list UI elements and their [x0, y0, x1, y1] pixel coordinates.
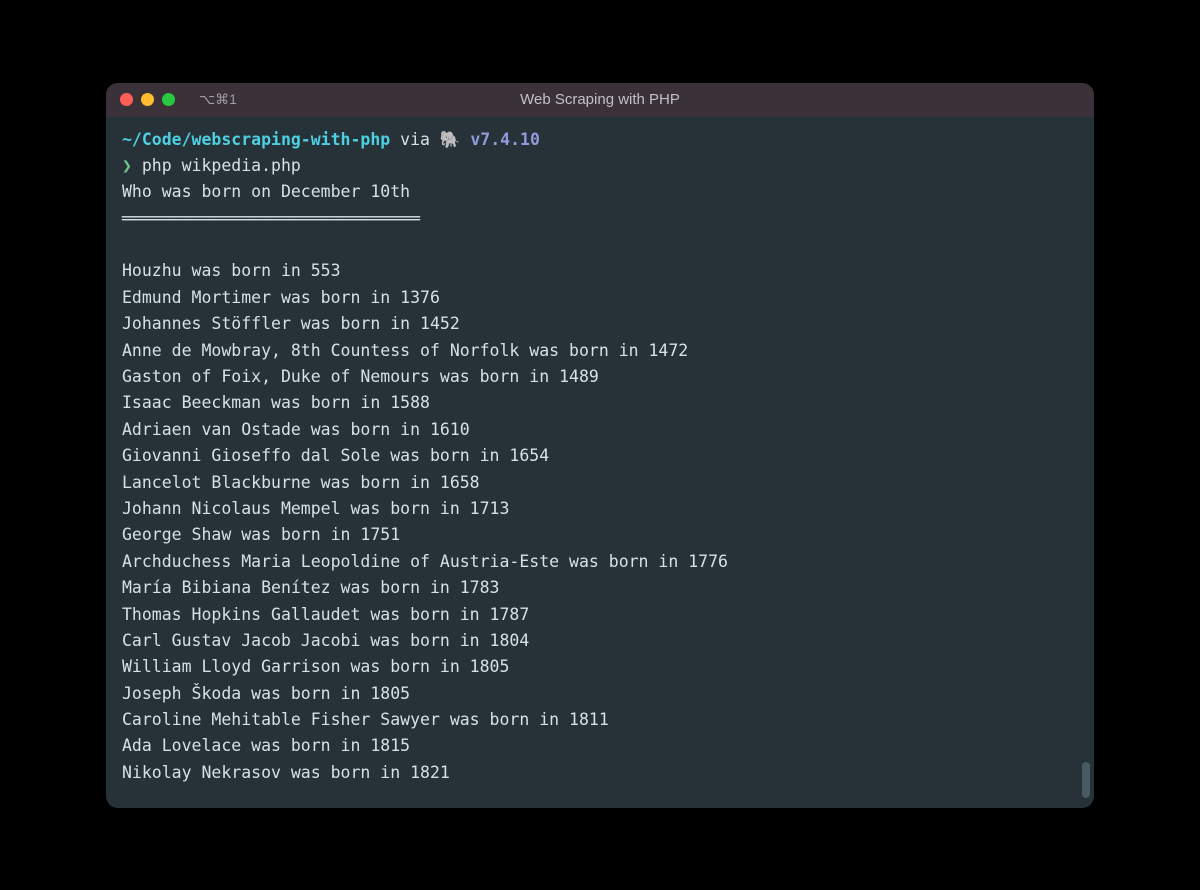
- output-line: María Bibiana Benítez was born in 1783: [122, 575, 1078, 601]
- scrollbar-track: [1082, 157, 1090, 798]
- prompt-version: v7.4.10: [460, 130, 539, 149]
- output-line: Gaston of Foix, Duke of Nemours was born…: [122, 364, 1078, 390]
- output-line: Adriaen van Ostade was born in 1610: [122, 417, 1078, 443]
- prompt-symbol: ❯: [122, 156, 132, 175]
- output-header: Who was born on December 10th: [122, 179, 1078, 205]
- terminal-window: ⌥⌘1 Web Scraping with PHP ~/Code/webscra…: [106, 83, 1094, 808]
- prompt-line-2: ❯ php wikpedia.php: [122, 153, 1078, 179]
- output-line: Carl Gustav Jacob Jacobi was born in 180…: [122, 628, 1078, 654]
- output-line: Lancelot Blackburne was born in 1658: [122, 470, 1078, 496]
- traffic-lights: [120, 93, 175, 106]
- output-line: Archduchess Maria Leopoldine of Austria-…: [122, 549, 1078, 575]
- output-line: Giovanni Gioseffo dal Sole was born in 1…: [122, 443, 1078, 469]
- output-line: Nikolay Nekrasov was born in 1821: [122, 760, 1078, 786]
- output-line: Caroline Mehitable Fisher Sawyer was bor…: [122, 707, 1078, 733]
- prompt-line-1: ~/Code/webscraping-with-php via 🐘 v7.4.1…: [122, 127, 1078, 153]
- minimize-button[interactable]: [141, 93, 154, 106]
- output-line: Joseph Škoda was born in 1805: [122, 681, 1078, 707]
- close-button[interactable]: [120, 93, 133, 106]
- output-line: Houzhu was born in 553: [122, 258, 1078, 284]
- prompt-path: ~/Code/webscraping-with-php: [122, 130, 390, 149]
- output-divider: ══════════════════════════════: [122, 206, 1078, 232]
- prompt-via: via: [390, 130, 440, 149]
- output-line: Edmund Mortimer was born in 1376: [122, 285, 1078, 311]
- output-line: Anne de Mowbray, 8th Countess of Norfolk…: [122, 338, 1078, 364]
- output-lines: Houzhu was born in 553Edmund Mortimer wa…: [122, 258, 1078, 786]
- elephant-icon: 🐘: [440, 127, 461, 153]
- maximize-button[interactable]: [162, 93, 175, 106]
- output-blank: [122, 232, 1078, 258]
- output-line: William Lloyd Garrison was born in 1805: [122, 654, 1078, 680]
- output-line: Isaac Beeckman was born in 1588: [122, 390, 1078, 416]
- tab-shortcut-indicator: ⌥⌘1: [199, 91, 237, 108]
- scrollbar-thumb[interactable]: [1082, 762, 1090, 798]
- output-line: Johann Nicolaus Mempel was born in 1713: [122, 496, 1078, 522]
- output-line: Ada Lovelace was born in 1815: [122, 733, 1078, 759]
- output-line: George Shaw was born in 1751: [122, 522, 1078, 548]
- output-line: Johannes Stöffler was born in 1452: [122, 311, 1078, 337]
- output-line: Thomas Hopkins Gallaudet was born in 178…: [122, 602, 1078, 628]
- terminal-body[interactable]: ~/Code/webscraping-with-php via 🐘 v7.4.1…: [106, 117, 1094, 808]
- window-title: Web Scraping with PHP: [520, 91, 680, 108]
- command-text: php wikpedia.php: [142, 156, 301, 175]
- titlebar[interactable]: ⌥⌘1 Web Scraping with PHP: [106, 83, 1094, 117]
